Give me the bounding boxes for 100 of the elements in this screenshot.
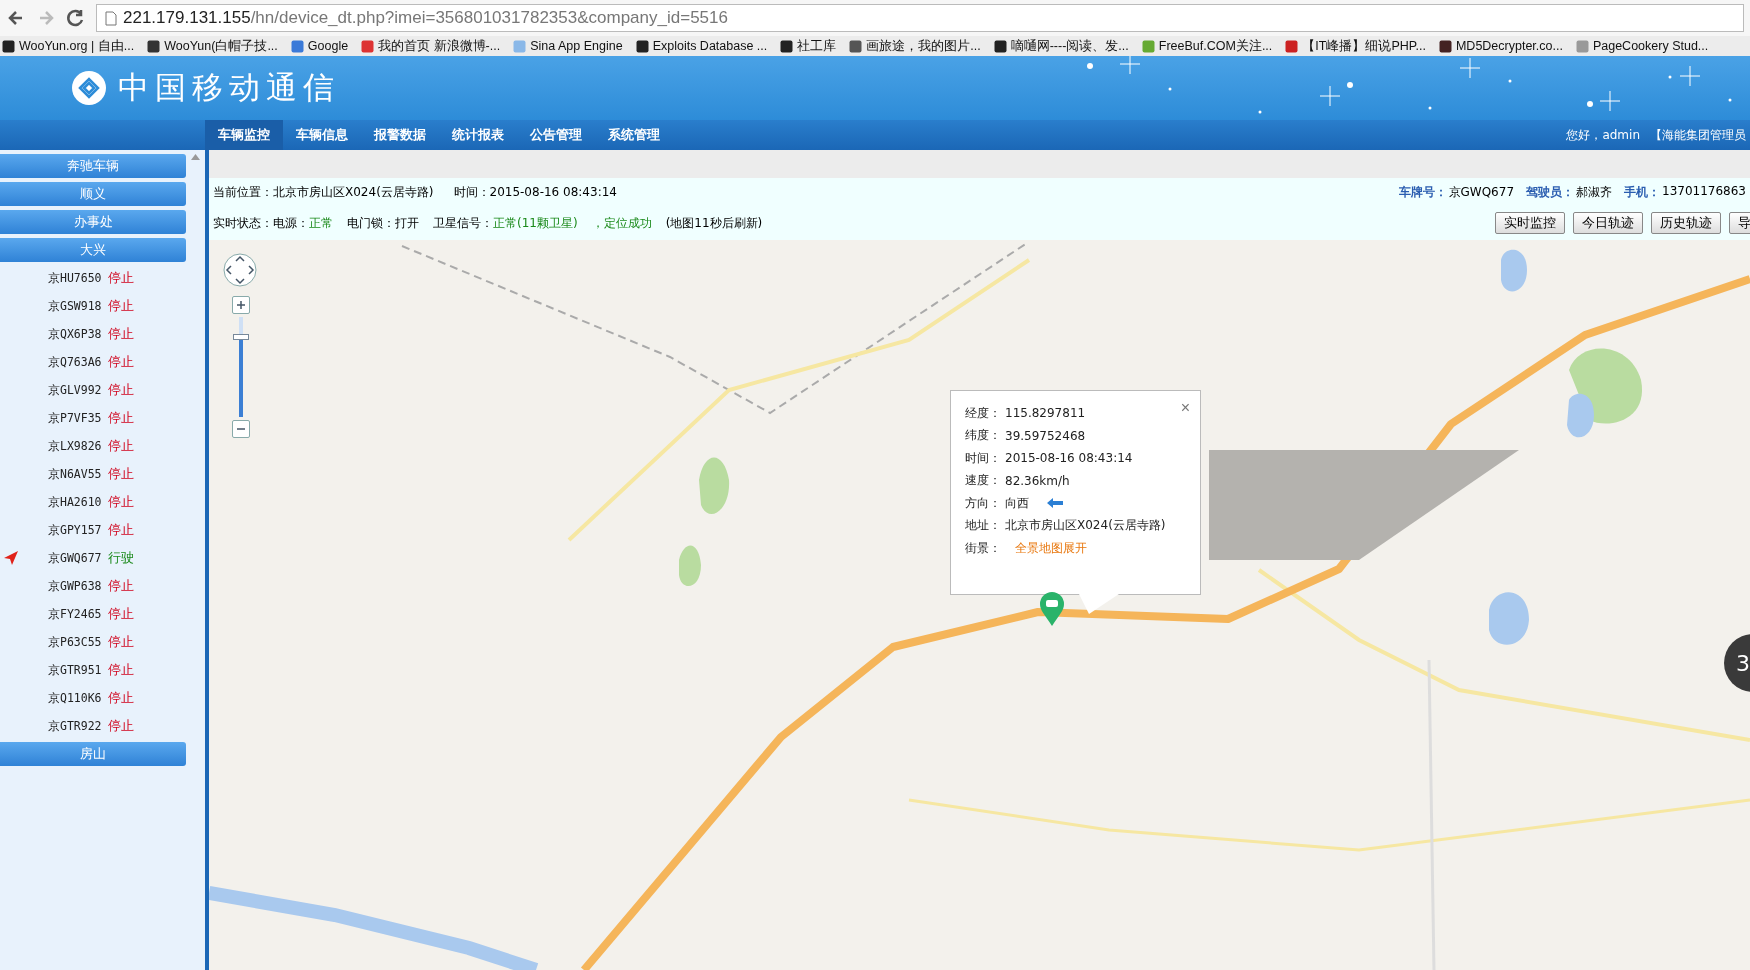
nav-tab[interactable]: 公告管理 xyxy=(517,120,595,150)
vehicle-status: 停止 xyxy=(108,297,134,315)
status-text: 正常(11颗卫星) xyxy=(493,214,578,232)
status-text: ，定位成功 xyxy=(591,214,652,232)
vehicle-status: 停止 xyxy=(108,381,134,399)
plate-number[interactable]: 京P7VF35 xyxy=(48,410,108,426)
popup-label: 时间： xyxy=(965,449,1001,467)
popup-value: 82.36km/h xyxy=(1005,473,1070,488)
vehicle-status: 停止 xyxy=(108,409,134,427)
vehicle-status: 停止 xyxy=(108,269,134,287)
bookmark[interactable]: 我的首页 新浪微博-... xyxy=(361,37,501,55)
popup-label: 纬度： xyxy=(965,427,1001,445)
popup-value: 115.8297811 xyxy=(1005,406,1086,421)
bookmark-icon xyxy=(1141,39,1155,53)
bookmark-icon xyxy=(1575,39,1589,53)
location-info: 当前位置：北京市房山区X024(云居寺路) xyxy=(213,183,434,201)
bookmark[interactable]: 社工库 xyxy=(780,37,837,55)
plate-number[interactable]: 京GWP638 xyxy=(48,578,108,594)
nav-tab[interactable]: 统计报表 xyxy=(439,120,517,150)
vehicle-status: 停止 xyxy=(108,661,134,679)
bookmark-icon xyxy=(2,39,15,53)
plate-number[interactable]: 京FY2465 xyxy=(48,606,108,622)
plate-number[interactable]: 京HU7650 xyxy=(48,270,108,286)
plate-number[interactable]: 京GTR922 xyxy=(48,718,108,734)
vehicle-status: 停止 xyxy=(108,325,134,343)
popup-label: 方向： xyxy=(965,494,1001,512)
plate-number[interactable]: 京HA2610 xyxy=(48,494,108,510)
vehicle-status: 停止 xyxy=(108,577,134,595)
field-label: 车牌号： xyxy=(1398,183,1447,201)
minus-icon xyxy=(237,425,245,433)
vehicle-status: 停止 xyxy=(108,521,134,539)
reload-icon[interactable] xyxy=(66,8,86,28)
bookmark-icon xyxy=(147,39,161,53)
bookmark[interactable]: 嘀嗵网----阅读、发... xyxy=(993,37,1129,55)
nav-tab[interactable]: 车辆监控 xyxy=(205,120,283,150)
bookmark[interactable]: 画旅途，我的图片... xyxy=(849,37,981,55)
field-label: 手机： xyxy=(1624,183,1660,201)
plate-number[interactable]: 京N6AV55 xyxy=(48,466,108,482)
logo-icon xyxy=(70,69,108,107)
bookmark[interactable]: MD5Decrypter.co... xyxy=(1438,39,1563,53)
bookmark[interactable]: Exploits Database ... xyxy=(635,39,768,53)
bookmark[interactable]: Sina App Engine xyxy=(513,39,623,53)
zoom-out-button[interactable] xyxy=(232,420,250,438)
page-icon xyxy=(105,10,117,26)
status-text: 卫星信号： xyxy=(433,214,493,232)
close-button[interactable]: × xyxy=(1180,399,1190,417)
address-bar[interactable]: 221.179.131.155/hn/device_dt.php?imei=356801031782353&company_id=5516 xyxy=(96,4,1744,32)
bookmark-icon xyxy=(1285,39,1299,53)
popup-label: 街景： xyxy=(965,539,1001,557)
bookmark[interactable]: PageCookery Stud... xyxy=(1575,39,1709,53)
action-button[interactable]: 历史轨迹 xyxy=(1651,212,1721,235)
field-value: 13701176863 xyxy=(1662,183,1746,200)
plate-number[interactable]: 京Q110K6 xyxy=(48,690,108,706)
action-button[interactable]: 今日轨迹 xyxy=(1573,212,1643,235)
location-info: 时间：2015-08-16 08:43:14 xyxy=(453,183,617,201)
bookmark[interactable]: 【IT峰播】细说PHP... xyxy=(1285,37,1426,55)
action-button[interactable]: 导 xyxy=(1729,212,1750,235)
plate-number[interactable]: 京GPY157 xyxy=(48,522,108,538)
zoom-in-button[interactable] xyxy=(232,296,250,314)
bookmark-icon xyxy=(849,39,863,53)
nav-tab[interactable]: 系统管理 xyxy=(595,120,673,150)
bookmark[interactable]: FreeBuf.COM关注... xyxy=(1141,37,1273,55)
vehicle-status: 停止 xyxy=(108,437,134,455)
pan-control-icon[interactable] xyxy=(222,252,258,288)
bookmark-icon xyxy=(993,39,1007,53)
bookmark[interactable]: WooYun(白帽子技... xyxy=(147,37,278,55)
status-text: 电门锁：打开 xyxy=(347,214,419,232)
bookmark[interactable]: WooYun.org | 自由... xyxy=(2,37,135,55)
vehicle-status: 停止 xyxy=(108,493,134,511)
plus-icon xyxy=(237,301,245,309)
bookmark-icon xyxy=(290,39,304,53)
plate-number[interactable]: 京GLV992 xyxy=(48,382,108,398)
status-text: 实时状态：电源： xyxy=(213,214,309,232)
field-label: 驾驶员： xyxy=(1526,183,1574,201)
vehicle-status: 停止 xyxy=(108,605,134,623)
plate-number[interactable]: 京Q763A6 xyxy=(48,354,108,370)
popup-value: 北京市房山区X024(云居寺路) xyxy=(1005,517,1166,535)
nav-tab[interactable]: 车辆信息 xyxy=(283,120,361,150)
plate-number[interactable]: 京QX6P38 xyxy=(48,326,108,342)
logo-text: 中国移动通信 xyxy=(118,68,340,107)
field-value: 郝淑齐 xyxy=(1576,183,1612,201)
scroll-up-icon[interactable] xyxy=(190,154,200,160)
plate-number[interactable]: 京P63C55 xyxy=(48,634,108,650)
action-button[interactable]: 实时监控 xyxy=(1495,212,1565,235)
popup-label: 速度： xyxy=(965,472,1001,490)
vehicle-status: 行驶 xyxy=(108,549,134,567)
bookmark[interactable]: Google xyxy=(290,39,349,53)
bookmark-icon xyxy=(1438,39,1452,53)
zoom-slider[interactable] xyxy=(232,314,250,420)
plate-number[interactable]: 京GWQ677 xyxy=(48,550,108,566)
plate-number[interactable]: 京GTR951 xyxy=(48,662,108,678)
popup-value: 向西 xyxy=(1005,494,1029,512)
nav-tab[interactable]: 报警数据 xyxy=(361,120,439,150)
vehicle-status: 停止 xyxy=(108,689,134,707)
plate-number[interactable]: 京GSW918 xyxy=(48,298,108,314)
popup-value: 2015-08-16 08:43:14 xyxy=(1005,451,1133,466)
popup-label: 地址： xyxy=(965,517,1001,535)
bookmark-icon xyxy=(780,39,794,53)
plate-number[interactable]: 京LX9826 xyxy=(48,438,108,454)
status-text: 正常 xyxy=(309,214,333,232)
